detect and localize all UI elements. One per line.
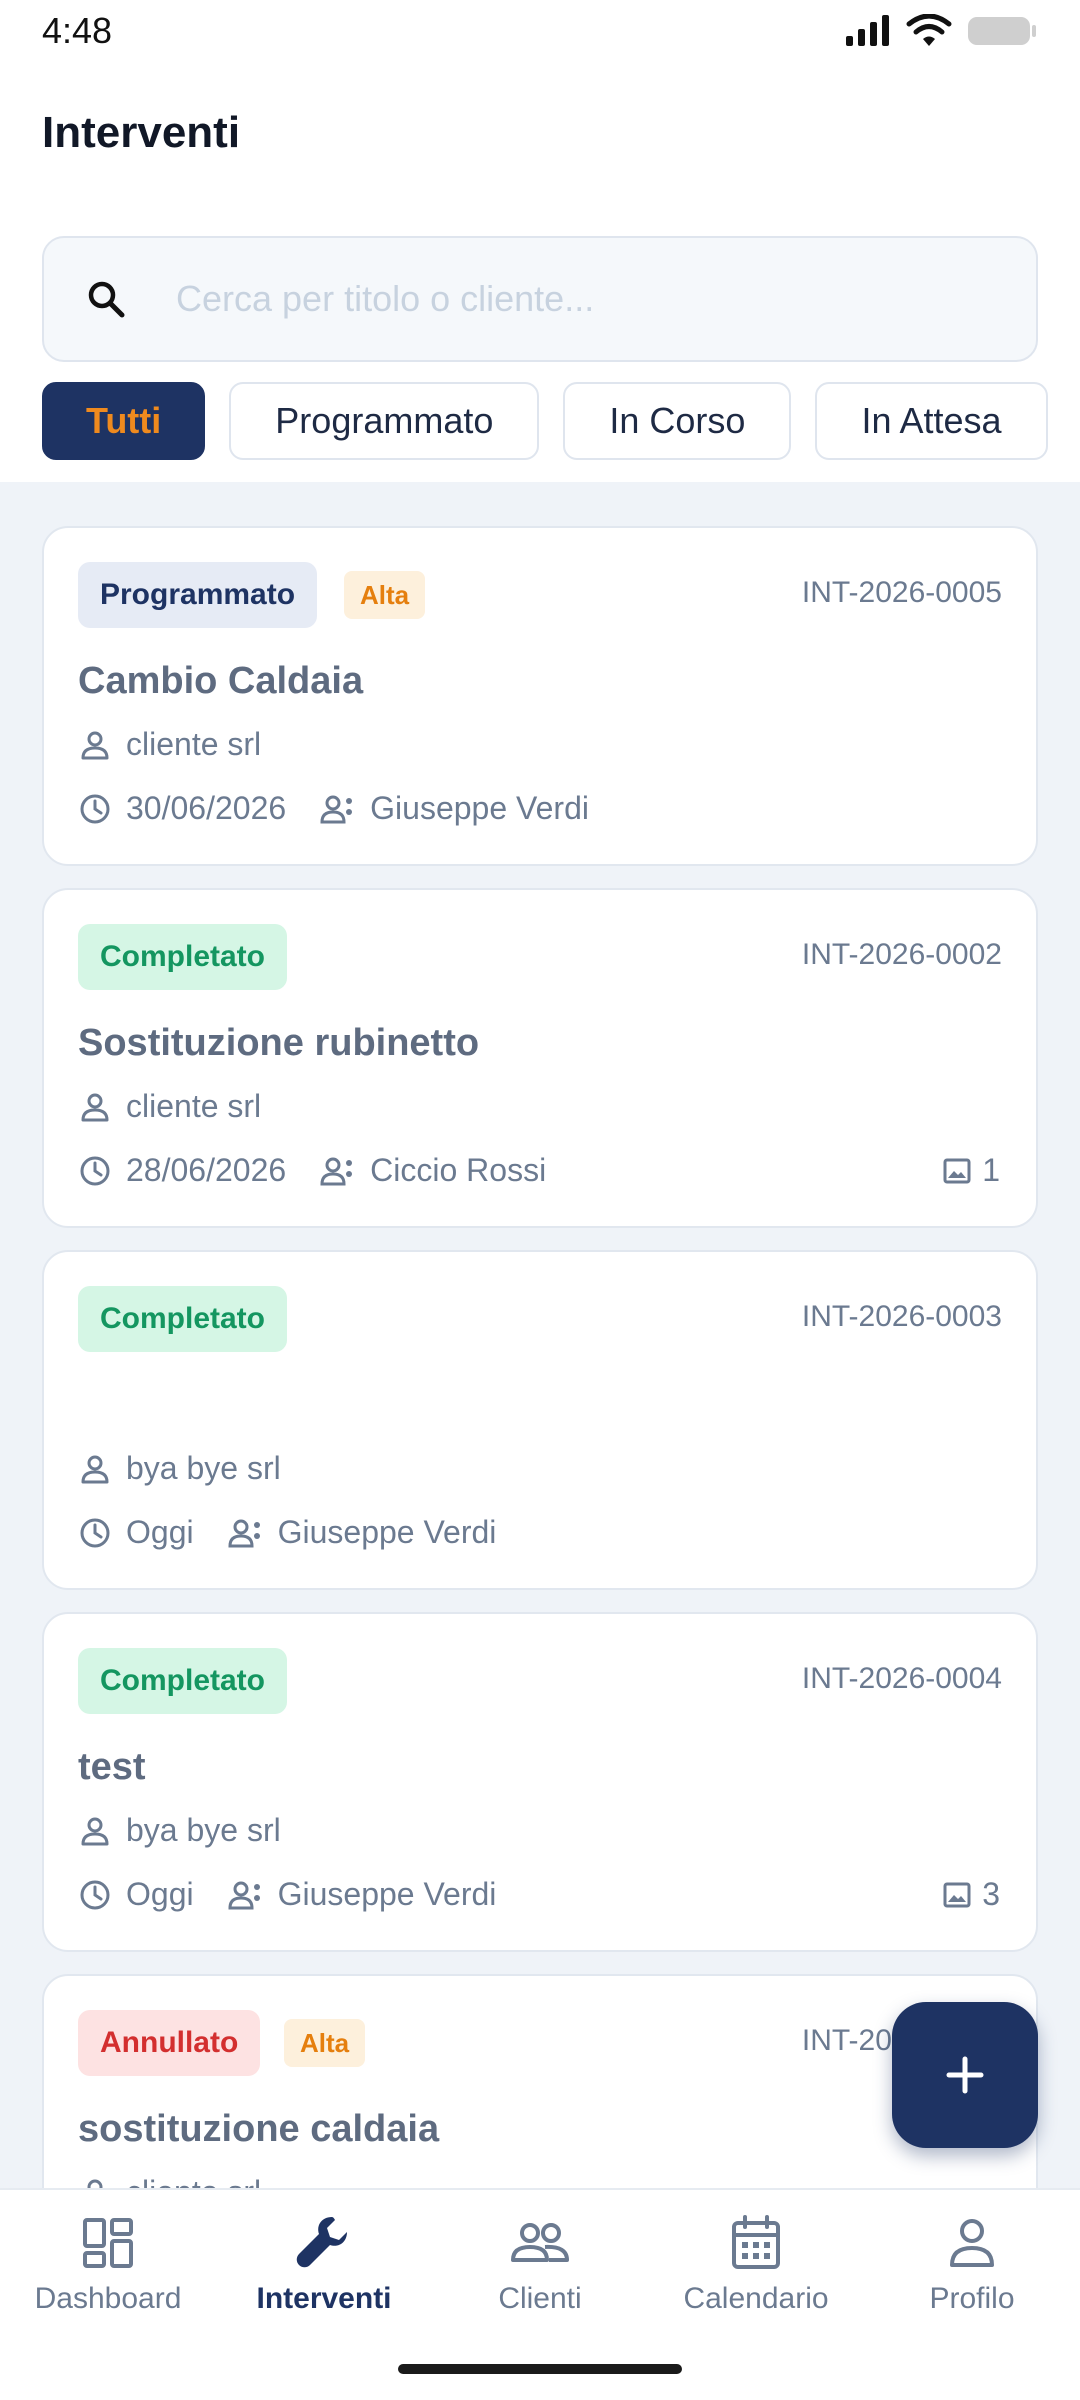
image-icon [943,1158,971,1183]
filter-chip-programmato[interactable]: Programmato [229,382,540,460]
client-name: cliente srl [126,1088,262,1124]
person-icon [81,731,109,759]
search-input[interactable] [176,278,976,320]
intervention-title: Cambio Caldaia [78,660,364,702]
nav-label: Calendario [683,2282,829,2315]
status-filter-bar: Tutti Programmato In Corso In Attesa [42,382,1080,460]
technician-name: Ciccio Rossi [370,1152,547,1188]
clock-icon [80,1518,110,1547]
client-row: cliente srl [78,2174,261,2188]
client-row: bya bye srl [78,1812,281,1849]
battery-icon [968,17,1036,45]
intervention-title: test [78,1746,146,1788]
intervention-card[interactable]: Completato INT-2026-0002 Sostituzione ru… [42,888,1038,1228]
intervention-card[interactable]: Annullato Alta INT-2026-0001 sostituzion… [42,1974,1038,2188]
dashboard-icon [83,2218,133,2268]
priority-badge: Alta [344,571,426,619]
meta-row: Oggi Giuseppe Verdi [78,1876,496,1913]
intervention-date: 28/06/2026 [126,1152,287,1188]
attachment-count: 3 [942,1876,1000,1913]
status-time: 4:48 [42,10,113,51]
person-icon [81,1455,109,1483]
attachment-count-value: 3 [982,1876,1000,1912]
intervention-list[interactable]: Programmato Alta INT-2026-0005 Cambio Ca… [0,482,1080,2188]
status-badge: Completato [78,1648,287,1714]
intervention-title: Sostituzione rubinetto [78,1022,480,1064]
client-row: bya bye srl [78,1450,281,1487]
page-title: Interventi [42,108,241,157]
people-icon [511,2223,569,2262]
nav-label: Profilo [929,2282,1015,2315]
nav-label: Interventi [256,2282,392,2315]
technician-name: Giuseppe Verdi [277,1876,497,1912]
intervention-code: INT-2026-0002 [801,938,1002,971]
image-icon [943,1882,971,1907]
filter-chip-in-attesa[interactable]: In Attesa [815,382,1048,460]
technician-icon [320,1157,353,1185]
intervention-title: sostituzione caldaia [78,2108,440,2150]
status-icons [844,14,1038,48]
status-badge: Annullato [78,2010,261,2076]
technician-icon [228,1519,260,1547]
client-row: cliente srl [78,726,261,763]
person-icon [81,1817,109,1845]
nav-item-dashboard[interactable]: Dashboard [0,2212,216,2332]
attachment-count-value: 1 [982,1152,1000,1188]
status-badge: Programmato [78,562,318,628]
clock-icon [80,1880,110,1909]
signal-icon [846,15,889,46]
calendar-icon [732,2215,780,2269]
person-icon [87,2179,103,2188]
intervention-date: Oggi [126,1514,194,1550]
intervention-date: 30/06/2026 [126,790,287,826]
technician-name: Giuseppe Verdi [277,1514,497,1550]
meta-row: 28/06/2026 Ciccio Rossi [78,1152,546,1189]
clock-icon [80,1156,110,1185]
client-row: cliente srl [78,1088,261,1125]
add-intervention-button[interactable] [892,2002,1038,2148]
status-badge: Completato [78,924,287,990]
intervention-code: INT-2026-0003 [801,1300,1002,1333]
status-bar: 4:48 [0,0,1080,62]
priority-badge: Alta [284,2019,366,2067]
meta-row: Oggi Giuseppe Verdi [78,1514,496,1551]
intervention-code: INT-2026-0004 [801,1662,1002,1695]
nav-item-interventi[interactable]: Interventi [216,2212,432,2332]
clock-icon [80,794,110,823]
filter-chip-in-corso[interactable]: In Corso [563,382,792,460]
meta-row: 30/06/2026 Giuseppe Verdi [78,790,589,827]
search-bar[interactable] [42,236,1038,362]
status-badge: Completato [78,1286,287,1352]
filter-chip-tutti[interactable]: Tutti [42,382,206,460]
intervention-card[interactable]: Programmato Alta INT-2026-0005 Cambio Ca… [42,526,1038,866]
home-indicator [398,2364,682,2374]
intervention-card[interactable]: Completato INT-2026-0004 test bya bye sr… [42,1612,1038,1952]
technician-icon [228,1881,260,1909]
nav-label: Clienti [498,2282,582,2315]
intervention-card[interactable]: Completato INT-2026-0003 bya bye srl Ogg… [42,1250,1038,1590]
wrench-icon [296,2217,347,2268]
technician-name: Giuseppe Verdi [370,790,589,826]
nav-label: Dashboard [34,2282,182,2315]
person-icon [950,2219,994,2267]
nav-item-clienti[interactable]: Clienti [432,2212,648,2332]
person-icon [81,1093,109,1121]
intervention-code: INT-2026-0005 [801,576,1002,609]
search-icon [88,281,125,318]
client-name: bya bye srl [126,1450,281,1486]
wifi-icon [906,14,952,46]
client-name: bya bye srl [126,1812,281,1848]
client-name: cliente srl [126,726,262,762]
intervention-date: Oggi [126,1876,194,1912]
attachment-count: 1 [942,1152,1000,1189]
nav-item-profilo[interactable]: Profilo [864,2212,1080,2332]
client-name: cliente srl [126,2174,261,2188]
nav-item-calendario[interactable]: Calendario [648,2212,864,2332]
technician-icon [320,795,353,823]
plus-icon [946,2056,984,2094]
